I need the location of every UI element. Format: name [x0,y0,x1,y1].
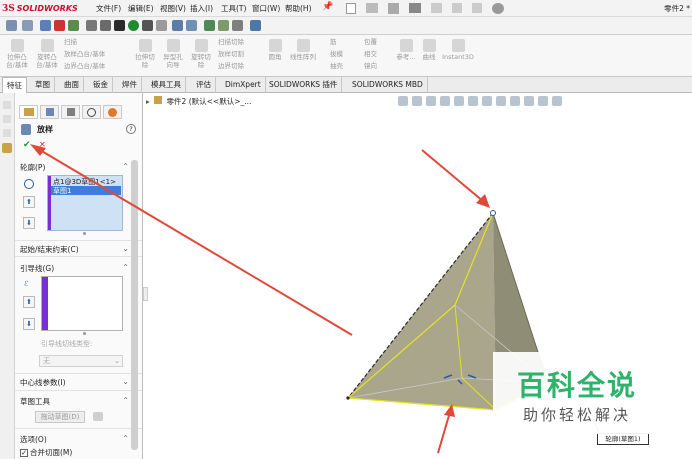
arrow-head [30,144,46,156]
apex-point[interactable] [490,210,496,216]
vertex-point[interactable] [346,396,350,400]
annotation-arrow [39,149,353,336]
annotation-arrow [421,149,485,203]
watermark-title: 百科全说 [517,369,638,402]
watermark-subtitle: 助你轻松解决 [523,406,632,424]
pyramid-left-face[interactable] [348,213,496,410]
watermark: 百科全说 助你轻松解决 [493,352,668,434]
sketch-callout-label[interactable]: 轮廓(草图1) [597,433,649,445]
annotation-arrow [437,411,451,454]
